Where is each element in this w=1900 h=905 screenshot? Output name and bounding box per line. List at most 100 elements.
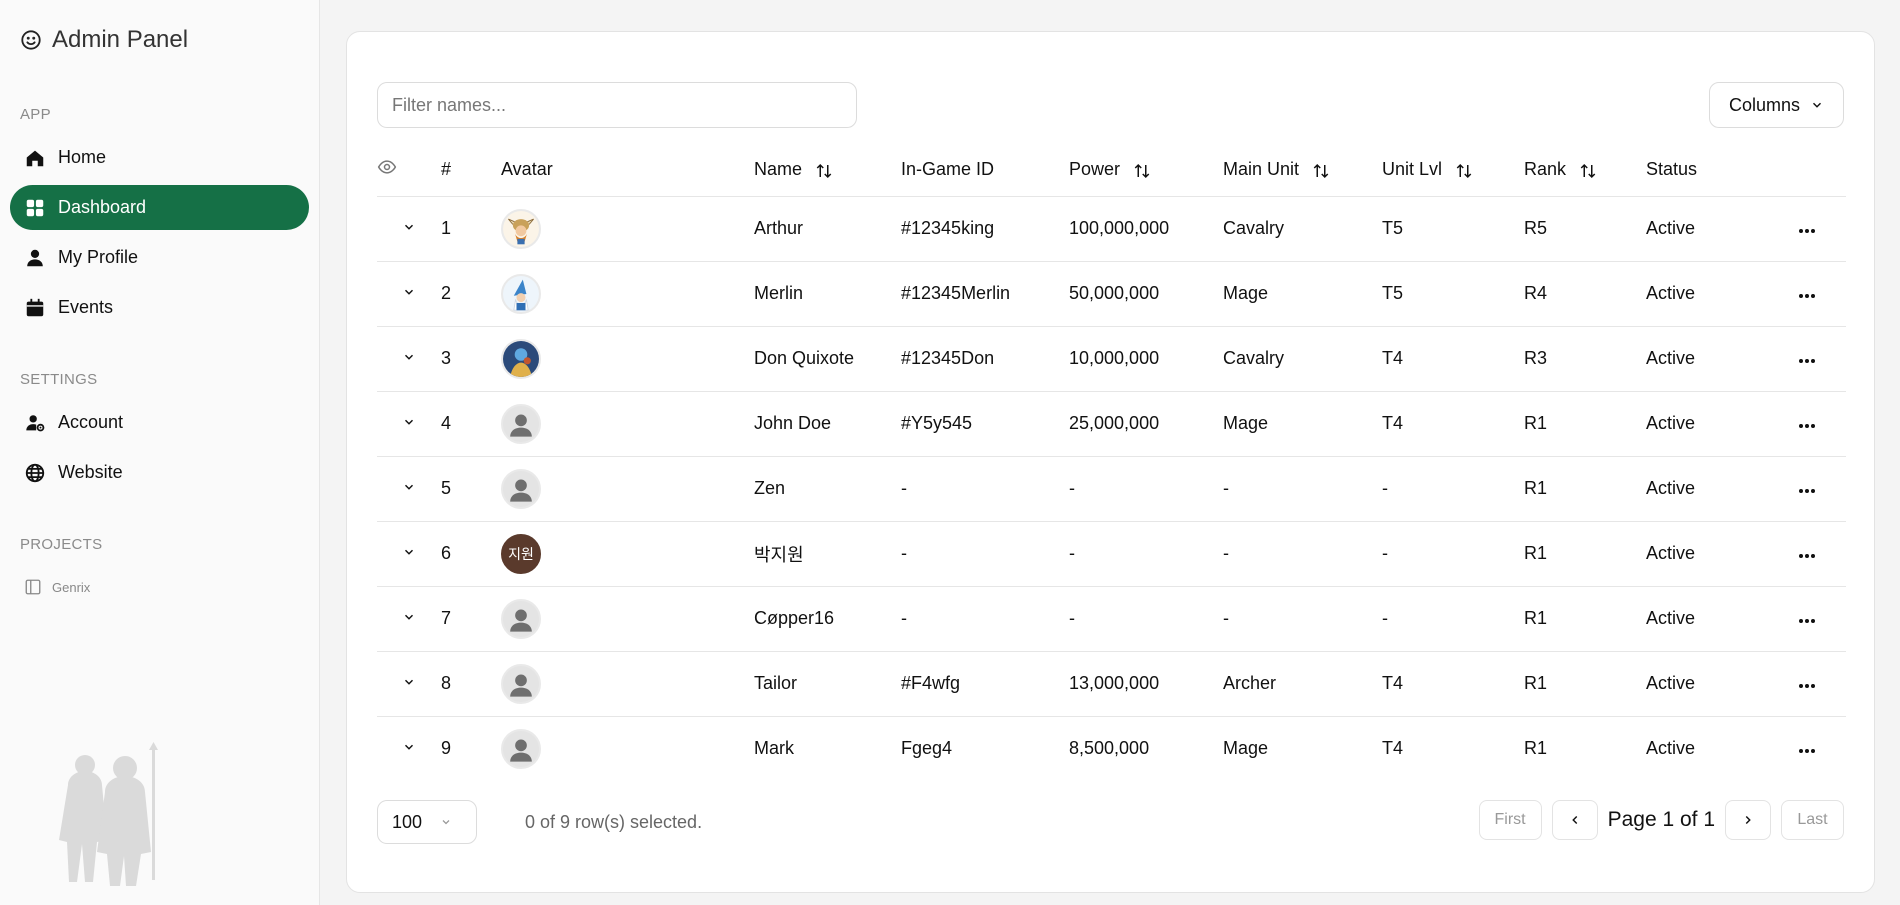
avatar-cell — [501, 716, 754, 781]
row-actions-button[interactable] — [1768, 456, 1846, 522]
more-horizontal-icon — [1799, 619, 1815, 623]
table-row[interactable]: 7 Cøpper16- - - - R1 Active — [377, 586, 1846, 652]
project-item-genrix[interactable]: Genrix — [24, 578, 90, 596]
table-row[interactable]: 2 Merlin #12345Merlin 50,000,000 Mage T5 R4 Act… — [377, 261, 1846, 327]
table-row[interactable]: 4 John Doe #Y5y545 25,000,000 Mage T4 R1 Active — [377, 391, 1846, 457]
main-unit: Mage — [1223, 261, 1382, 327]
row-actions-button[interactable] — [1768, 716, 1846, 781]
header-power[interactable]: Power — [1069, 144, 1223, 197]
default-avatar[interactable] — [501, 663, 541, 704]
header-main-unit[interactable]: Main Unit — [1223, 144, 1382, 197]
players-table: # Avatar Name In-Game ID Power Main Unit… — [377, 144, 1846, 781]
ingame-id: Fgeg4 — [901, 738, 953, 759]
column-visibility-header[interactable] — [377, 144, 441, 197]
header-status: Status — [1646, 144, 1768, 197]
expand-row-toggle[interactable] — [377, 261, 441, 327]
player-name: Cøpper16 — [754, 586, 901, 652]
sidebar-item-events[interactable]: Events — [10, 285, 309, 330]
main-unit: Mage — [1223, 391, 1382, 457]
expand-row-toggle[interactable] — [377, 456, 441, 522]
ingame-id: #12345Don — [901, 326, 1069, 392]
filter-names-input[interactable] — [377, 82, 857, 128]
last-page-button[interactable]: Last — [1781, 800, 1844, 840]
panel-icon — [25, 579, 41, 595]
table-row[interactable]: 6 지원 박지원 - - - - R1 Active — [377, 521, 1846, 587]
expand-row-toggle[interactable] — [377, 196, 441, 262]
expand-row-toggle[interactable] — [377, 651, 441, 717]
status: Active — [1646, 738, 1696, 759]
avatar-cell — [501, 326, 754, 392]
row-actions-button[interactable] — [1768, 326, 1846, 392]
ingame-id: #F4wfg — [901, 651, 1069, 717]
status: Active — [1646, 391, 1768, 457]
rank: R1 — [1524, 738, 1548, 759]
sidebar-item-website[interactable]: Website — [10, 450, 309, 495]
unit-level: - — [1382, 586, 1524, 652]
row-actions-button[interactable] — [1768, 261, 1846, 327]
header-unit-lvl[interactable]: Unit Lvl — [1382, 144, 1524, 197]
status: Active — [1646, 521, 1768, 587]
home-icon — [26, 150, 44, 166]
header-name[interactable]: Name — [754, 144, 901, 197]
row-actions-button[interactable] — [1768, 586, 1846, 652]
expand-row-toggle[interactable] — [377, 586, 441, 652]
row-number: 2 — [441, 261, 501, 327]
knight-avatar[interactable] — [501, 338, 541, 379]
default-avatar[interactable] — [501, 728, 541, 769]
next-page-button[interactable] — [1725, 800, 1771, 840]
first-page-button[interactable]: First — [1478, 800, 1542, 840]
prev-page-button[interactable] — [1551, 800, 1598, 840]
row-number: 9 — [441, 738, 452, 759]
app-brand[interactable]: Admin Panel — [20, 26, 188, 54]
row-actions-button[interactable] — [1768, 391, 1846, 457]
page-indicator: Page 1 of 1 — [1607, 808, 1715, 831]
sidebar-item-my-profile[interactable]: My Profile — [10, 235, 309, 280]
sidebar-item-label: Home — [58, 147, 107, 167]
expand-row-toggle[interactable] — [377, 326, 441, 392]
main-unit: - — [1223, 521, 1382, 587]
header-rank-label: Rank — [1524, 159, 1567, 180]
sort-icon — [816, 163, 832, 178]
row-actions-button[interactable] — [1768, 521, 1846, 587]
default-avatar[interactable] — [501, 403, 541, 444]
table-row[interactable]: 8 Tailor #F4wfg 13,000,000 Archer T4 R1 Active — [377, 651, 1846, 717]
sidebar-item-account[interactable]: Account — [10, 400, 309, 445]
table-row[interactable]: 3 Don Quixote #12345Don 10,000,000 Cavalry T4… — [377, 326, 1846, 392]
expand-row-toggle[interactable] — [377, 391, 441, 457]
row-actions-button[interactable] — [1768, 196, 1846, 262]
sidebar: Admin Panel APP Home Dashboard My Profil… — [0, 0, 320, 905]
table-header-row: # Avatar Name In-Game ID Power Main Unit… — [377, 144, 1846, 197]
sidebar-item-dashboard[interactable]: Dashboard — [10, 185, 309, 230]
table-row[interactable]: 5 Zen - - - - R1 Active — [377, 456, 1846, 522]
default-avatar[interactable] — [501, 598, 541, 639]
player-name: Don Quixote — [754, 326, 901, 392]
unit-level: T5 — [1382, 196, 1524, 262]
sidebar-item-label: Account — [58, 412, 124, 432]
globe-icon — [25, 463, 45, 482]
header-number: # — [441, 144, 501, 197]
viking-avatar[interactable] — [501, 208, 541, 249]
wizard-avatar[interactable] — [501, 273, 541, 314]
table-row[interactable]: 9 Mark Fgeg4 8,500,000 Mage T4 R1 Active — [377, 716, 1846, 781]
columns-button[interactable]: Columns — [1709, 82, 1844, 128]
expand-row-toggle[interactable] — [377, 716, 441, 781]
avatar-initials: 지원 — [508, 545, 534, 562]
chevron-down-icon — [404, 549, 414, 555]
power-value: 50,000,000 — [1069, 261, 1223, 327]
table-row[interactable]: 1 Arthur #12345king 100,000,000 Cavalry T5 R5 A… — [377, 196, 1846, 262]
row-number: 8 — [441, 651, 501, 717]
avatar[interactable]: 지원 — [501, 533, 541, 574]
expand-row-toggle[interactable] — [377, 521, 441, 587]
default-avatar[interactable] — [501, 468, 541, 509]
page-size-select[interactable]: 100 — [377, 800, 477, 844]
rank: R1 — [1524, 456, 1646, 522]
section-label-projects: PROJECTS — [20, 536, 103, 553]
unit-level: - — [1382, 521, 1524, 587]
row-actions-button[interactable] — [1768, 651, 1846, 717]
avatar-cell — [501, 391, 754, 457]
sidebar-item-home[interactable]: Home — [10, 135, 309, 180]
chevron-left-icon — [1571, 815, 1577, 825]
header-rank[interactable]: Rank — [1524, 144, 1646, 197]
more-horizontal-icon — [1799, 749, 1815, 754]
header-actions — [1768, 144, 1846, 197]
